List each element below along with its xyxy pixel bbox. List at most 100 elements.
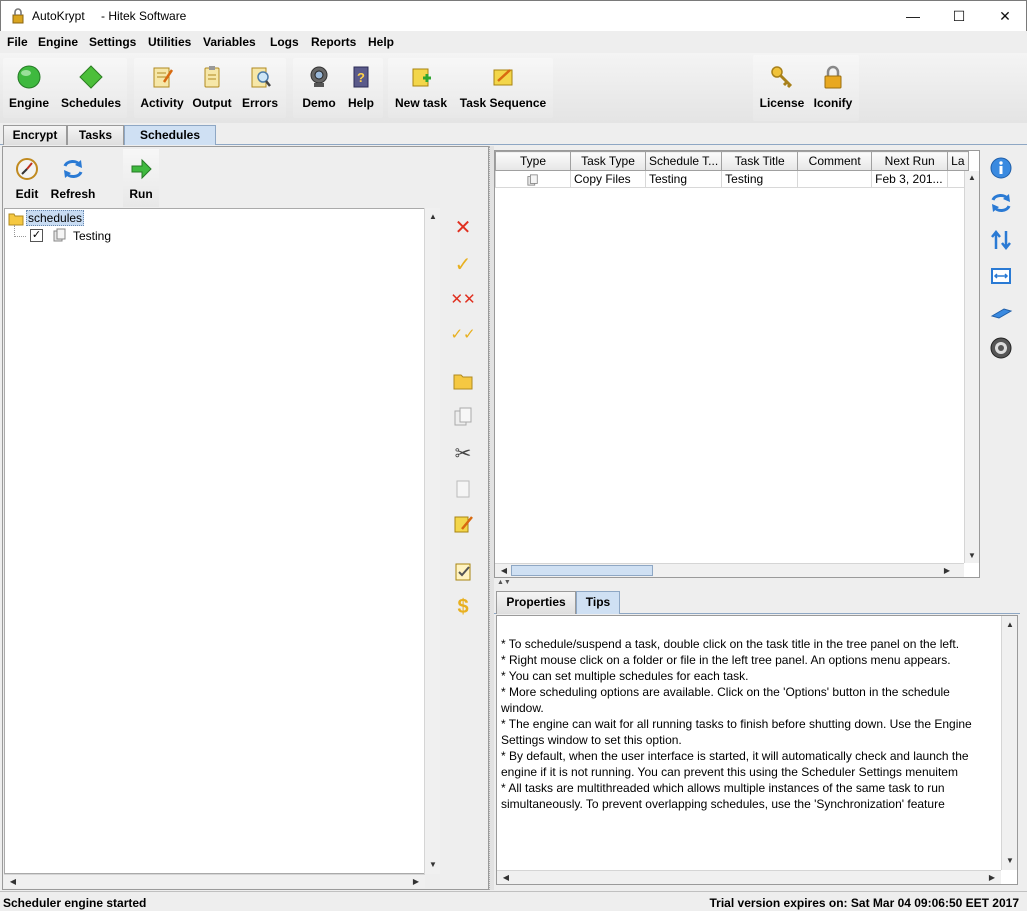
errors-button[interactable]: Errors (236, 58, 284, 118)
run-button[interactable]: Run (123, 149, 159, 207)
table-vertical-scrollbar[interactable]: ▲ ▼ (964, 171, 979, 563)
column-header-type[interactable]: Type (495, 151, 571, 171)
tip-line: * To schedule/suspend a task, double cli… (501, 637, 960, 651)
license-button[interactable]: License (755, 58, 809, 118)
scroll-left-arrow-icon[interactable]: ◀ (499, 871, 513, 885)
table-scroll-thumb[interactable] (511, 565, 653, 576)
eraser-icon[interactable] (989, 301, 1013, 325)
tree-horizontal-scrollbar[interactable]: ◀ ▶ (4, 874, 425, 888)
delete-icon[interactable]: ✕ (452, 216, 474, 239)
new-task-button[interactable]: New task (390, 58, 452, 118)
webcam-icon (310, 66, 328, 87)
copy-files-icon (527, 174, 538, 186)
demo-button[interactable]: Demo (295, 58, 343, 118)
tip-line: simultaneously. To prevent overlapping s… (501, 797, 945, 811)
tip-line: window. (501, 701, 544, 715)
detail-tabs: Properties Tips (494, 590, 1020, 614)
check-all-icon[interactable]: ✓✓ (450, 323, 475, 345)
main-tabs: Encrypt Tasks Schedules (0, 123, 1027, 145)
schedules-button[interactable]: Schedules (55, 58, 127, 118)
info-icon[interactable] (989, 156, 1013, 180)
folder-icon[interactable] (452, 370, 474, 392)
refresh-icon[interactable] (989, 191, 1013, 215)
column-header-comment[interactable]: Comment (797, 151, 873, 171)
refresh-button[interactable]: Refresh (47, 149, 99, 207)
sort-icon[interactable] (989, 228, 1013, 252)
edit-note-icon[interactable] (452, 513, 474, 535)
compass-icon (16, 158, 38, 180)
tips-horizontal-scrollbar[interactable]: ◀ ▶ (497, 870, 1001, 884)
table-horizontal-scrollbar[interactable]: ◀ ▶ (495, 563, 964, 577)
column-header-schedule-title[interactable]: Schedule T... (644, 151, 723, 171)
schedule-tree: schedules ✓ Testing (4, 208, 425, 874)
green-diamond-icon (79, 65, 103, 89)
tree-connector (14, 236, 26, 237)
tab-tips[interactable]: Tips (576, 591, 620, 614)
menu-file[interactable]: File (7, 35, 28, 49)
scroll-down-arrow-icon[interactable]: ▼ (426, 858, 440, 872)
scroll-up-arrow-icon[interactable]: ▲ (965, 171, 979, 185)
menu-settings[interactable]: Settings (89, 35, 136, 49)
status-left: Scheduler engine started (3, 896, 147, 910)
padlock-icon (824, 65, 842, 89)
activity-button[interactable]: Activity (136, 58, 188, 118)
output-button[interactable]: Output (190, 58, 234, 118)
scroll-right-arrow-icon[interactable]: ▶ (409, 875, 423, 889)
tree-root-schedules[interactable]: schedules (26, 210, 85, 226)
table-row[interactable]: Copy Files Testing Testing Feb 3, 201... (495, 170, 969, 188)
column-header-task-type[interactable]: Task Type (570, 151, 646, 171)
dollar-icon[interactable]: $ (452, 596, 474, 618)
menu-utilities[interactable]: Utilities (148, 35, 191, 49)
tips-panel: * To schedule/suspend a task, double cli… (496, 615, 1018, 885)
column-header-task-title[interactable]: Task Title (721, 151, 799, 171)
tree-item-testing[interactable]: Testing (73, 229, 111, 243)
scroll-left-arrow-icon[interactable]: ◀ (497, 564, 511, 577)
column-header-next-run[interactable]: Next Run (871, 151, 949, 171)
scroll-down-arrow-icon[interactable]: ▼ (1003, 854, 1017, 868)
menu-engine[interactable]: Engine (38, 35, 78, 49)
scissors-icon[interactable]: ✂ (452, 442, 474, 465)
iconify-button[interactable]: Iconify (809, 58, 857, 118)
disc-icon[interactable] (989, 336, 1013, 360)
tip-line: * All tasks are multithreaded which allo… (501, 781, 945, 795)
column-header-last-run[interactable]: La (947, 151, 969, 171)
menu-bar: File Engine Settings Utilities Variables… (0, 31, 1027, 53)
paste-icon[interactable] (452, 478, 474, 500)
status-right: Trial version expires on: Sat Mar 04 09:… (709, 896, 1020, 910)
edit-button[interactable]: Edit (7, 149, 47, 207)
minimize-button[interactable]: — (890, 1, 936, 31)
split-toggle-icon[interactable]: ▲▼ (497, 579, 511, 587)
menu-help[interactable]: Help (368, 35, 394, 49)
tab-tasks[interactable]: Tasks (67, 125, 124, 145)
delete-all-icon[interactable]: ✕✕ (450, 288, 475, 310)
scroll-up-arrow-icon[interactable]: ▲ (426, 210, 440, 224)
scroll-down-arrow-icon[interactable]: ▼ (965, 549, 979, 563)
scroll-left-arrow-icon[interactable]: ◀ (6, 875, 20, 889)
scroll-right-arrow-icon[interactable]: ▶ (985, 871, 999, 885)
maximize-button[interactable]: ☐ (936, 1, 982, 31)
check-icon[interactable]: ✓ (452, 253, 474, 276)
tab-encrypt[interactable]: Encrypt (3, 125, 67, 145)
tree-vertical-scrollbar[interactable]: ▲ ▼ (424, 208, 440, 874)
copy-files-icon (53, 228, 66, 242)
menu-variables[interactable]: Variables (203, 35, 256, 49)
tab-properties[interactable]: Properties (496, 591, 576, 614)
tree-item-checkbox[interactable]: ✓ (30, 229, 43, 242)
table-action-column (982, 150, 1022, 578)
close-button[interactable]: ✕ (982, 1, 1027, 31)
help-button[interactable]: ? Help (341, 58, 381, 118)
scroll-right-arrow-icon[interactable]: ▶ (940, 564, 954, 577)
svg-text:?: ? (357, 70, 365, 85)
fit-columns-icon[interactable] (989, 264, 1013, 288)
copy-icon[interactable] (452, 406, 474, 428)
tips-text: * To schedule/suspend a task, double cli… (501, 636, 1001, 812)
checklist-icon[interactable] (452, 560, 474, 582)
tab-schedules[interactable]: Schedules (124, 125, 216, 145)
engine-button[interactable]: Engine (3, 58, 55, 118)
menu-reports[interactable]: Reports (311, 35, 356, 49)
tips-vertical-scrollbar[interactable]: ▲ ▼ (1001, 616, 1017, 870)
menu-logs[interactable]: Logs (270, 35, 299, 49)
scroll-up-arrow-icon[interactable]: ▲ (1003, 618, 1017, 632)
folder-open-icon (8, 213, 24, 226)
task-sequence-button[interactable]: Task Sequence (454, 58, 552, 118)
